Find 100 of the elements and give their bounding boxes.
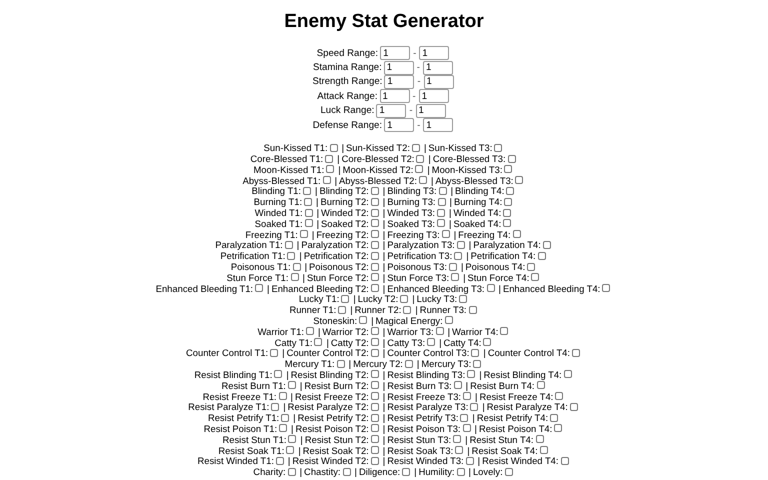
checkbox[interactable]	[471, 348, 480, 357]
checkbox[interactable]	[370, 219, 379, 228]
checkbox[interactable]	[437, 219, 445, 228]
checkbox[interactable]	[370, 252, 379, 260]
checkbox[interactable]	[536, 381, 545, 390]
checkbox[interactable]	[438, 198, 446, 206]
max-field[interactable]: 1	[423, 118, 454, 132]
checkbox[interactable]	[342, 468, 351, 476]
checkbox[interactable]	[325, 154, 334, 163]
min-field[interactable]: 1	[384, 118, 414, 132]
max-field[interactable]: 1	[424, 74, 454, 89]
checkbox[interactable]	[560, 456, 568, 465]
checkbox[interactable]	[483, 338, 492, 346]
checkbox[interactable]	[288, 435, 296, 444]
checkbox[interactable]	[303, 186, 311, 195]
checkbox[interactable]	[370, 424, 379, 432]
checkbox[interactable]	[508, 154, 516, 163]
checkbox[interactable]	[527, 262, 536, 270]
checkbox[interactable]	[512, 230, 521, 238]
checkbox[interactable]	[415, 165, 424, 174]
checkbox[interactable]	[460, 414, 468, 422]
checkbox[interactable]	[486, 284, 495, 292]
checkbox[interactable]	[370, 208, 379, 217]
checkbox[interactable]	[338, 306, 346, 314]
min-field[interactable]: 1	[380, 46, 410, 60]
checkbox[interactable]	[370, 435, 379, 444]
checkbox[interactable]	[572, 348, 580, 357]
checkbox[interactable]	[456, 468, 465, 476]
checkbox[interactable]	[314, 338, 322, 346]
checkbox[interactable]	[455, 446, 464, 454]
checkbox[interactable]	[438, 186, 447, 195]
checkbox[interactable]	[404, 360, 413, 368]
checkbox[interactable]	[540, 446, 548, 454]
checkbox[interactable]	[304, 208, 313, 217]
checkbox[interactable]	[304, 198, 312, 206]
checkbox[interactable]	[288, 381, 296, 390]
checkbox[interactable]	[304, 219, 313, 228]
checkbox[interactable]	[370, 262, 379, 270]
checkbox[interactable]	[504, 468, 513, 476]
checkbox[interactable]	[454, 381, 462, 390]
checkbox[interactable]	[402, 468, 410, 476]
max-field[interactable]: 1	[422, 60, 453, 75]
checkbox[interactable]	[436, 327, 444, 336]
checkbox[interactable]	[341, 294, 350, 303]
checkbox[interactable]	[427, 338, 436, 346]
min-field[interactable]: 1	[376, 104, 406, 118]
checkbox[interactable]	[531, 273, 540, 282]
min-field[interactable]: 1	[380, 89, 410, 104]
checkbox[interactable]	[536, 435, 544, 444]
checkbox[interactable]	[370, 446, 379, 454]
checkbox[interactable]	[504, 198, 512, 206]
checkbox[interactable]	[494, 144, 502, 152]
checkbox[interactable]	[370, 381, 379, 390]
checkbox[interactable]	[322, 176, 331, 184]
checkbox[interactable]	[515, 176, 524, 184]
checkbox[interactable]	[403, 306, 412, 314]
checkbox[interactable]	[470, 402, 478, 411]
checkbox[interactable]	[473, 360, 482, 368]
checkbox[interactable]	[462, 424, 471, 432]
checkbox[interactable]	[570, 402, 578, 411]
checkbox[interactable]	[503, 219, 512, 228]
checkbox[interactable]	[504, 165, 512, 174]
max-field[interactable]: 1	[416, 104, 446, 118]
checkbox[interactable]	[279, 424, 288, 432]
checkbox[interactable]	[454, 252, 462, 260]
checkbox[interactable]	[255, 284, 264, 292]
checkbox[interactable]	[418, 176, 427, 184]
checkbox[interactable]	[276, 456, 284, 465]
checkbox[interactable]	[467, 370, 476, 378]
checkbox[interactable]	[290, 273, 298, 282]
min-field[interactable]: 1	[384, 74, 414, 89]
checkbox[interactable]	[370, 273, 379, 282]
checkbox[interactable]	[468, 306, 477, 314]
checkbox[interactable]	[286, 446, 294, 454]
checkbox[interactable]	[370, 338, 379, 346]
checkbox[interactable]	[453, 435, 462, 444]
checkbox[interactable]	[370, 230, 379, 238]
checkbox[interactable]	[538, 252, 546, 260]
min-field[interactable]: 1	[384, 60, 414, 75]
checkbox[interactable]	[370, 327, 379, 336]
checkbox[interactable]	[288, 468, 296, 476]
checkbox[interactable]	[370, 370, 379, 378]
checkbox[interactable]	[370, 186, 379, 195]
checkbox[interactable]	[270, 348, 278, 357]
checkbox[interactable]	[370, 414, 379, 422]
checkbox[interactable]	[602, 284, 610, 292]
checkbox[interactable]	[451, 273, 460, 282]
checkbox[interactable]	[271, 402, 280, 411]
checkbox[interactable]	[336, 360, 345, 368]
checkbox[interactable]	[370, 402, 379, 411]
checkbox[interactable]	[359, 316, 368, 324]
checkbox[interactable]	[281, 414, 290, 422]
checkbox[interactable]	[442, 230, 450, 238]
checkbox[interactable]	[542, 240, 551, 249]
checkbox[interactable]	[503, 208, 512, 217]
checkbox[interactable]	[466, 456, 474, 465]
checkbox[interactable]	[416, 154, 424, 163]
checkbox[interactable]	[370, 392, 379, 400]
checkbox[interactable]	[287, 252, 296, 260]
checkbox[interactable]	[370, 456, 379, 465]
